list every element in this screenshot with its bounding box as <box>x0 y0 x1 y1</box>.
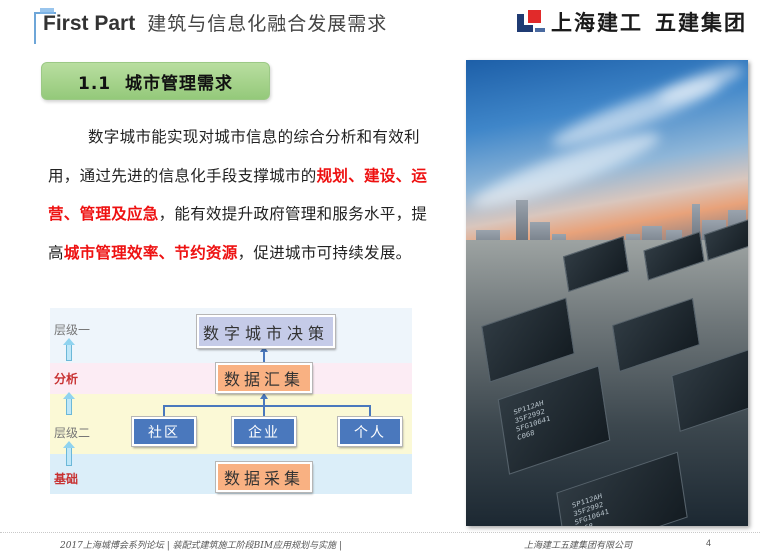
paragraph-line: 用，通过先进的信息化手段支撑城市的规划、建设、运 <box>48 157 460 196</box>
highlight-text: 营、管理及应急 <box>48 205 159 223</box>
paragraph-line: 高城市管理效率、节约资源，促进城市可持续发展。 <box>48 234 460 273</box>
page-number: 4 <box>706 538 712 548</box>
decision-box: 数字城市决策 <box>196 314 336 349</box>
level1-label: 层级一 <box>54 323 91 337</box>
title-text: 建筑与信息化融合发展需求 <box>147 13 388 35</box>
up-arrow-icon <box>63 441 75 466</box>
body-text: 数字城市能实现对城市信息的综合分析和有效利 <box>88 128 420 146</box>
logo-text: 上海建工 五建集团 <box>551 7 747 37</box>
city-circuit-photo: SP112AH 35F2992 SFG10641 C068 SP112AH 35… <box>466 60 748 526</box>
body-text: 高 <box>48 243 64 262</box>
part-label: First Part <box>43 12 136 35</box>
footer-divider <box>0 532 760 533</box>
paragraph-line: 营、管理及应急，能有效提升政府管理和服务水平，提 <box>48 195 460 234</box>
collect-box: 数据采集 <box>215 461 313 493</box>
arrow-head-icon <box>260 393 268 399</box>
logo-company: 上海建工 <box>551 11 643 35</box>
body-text: ，能有效提升政府管理和服务水平，提 <box>158 205 428 223</box>
up-arrow-icon <box>63 392 75 415</box>
connector-line <box>263 405 265 417</box>
source-box-enterprise: 企业 <box>231 416 297 447</box>
city-data-diagram: 层级一 分析 层级二 基础 数字城市决策 数据汇集 社区 企业 个人 数据采集 <box>50 308 412 494</box>
connector-line <box>163 405 371 407</box>
footer-company: 上海建工五建集团有限公司 <box>524 541 633 551</box>
source-box-individual: 个人 <box>337 416 403 447</box>
connector-line <box>369 405 371 417</box>
scg-logo-icon <box>517 10 545 34</box>
highlight-text: 城市管理效率、节约资源 <box>63 243 238 262</box>
footer-left-text: 2017上海城博会系列论坛 | 装配式建筑施工阶段BIM应用规划与实施 | <box>60 541 342 551</box>
analysis-label: 分析 <box>54 372 79 386</box>
base-label: 基础 <box>54 472 79 486</box>
connector-line <box>163 405 165 417</box>
paragraph-line: 数字城市能实现对城市信息的综合分析和有效利 <box>48 118 460 157</box>
company-logo: 上海建工 五建集团 <box>517 7 747 37</box>
body-paragraph: 数字城市能实现对城市信息的综合分析和有效利用，通过先进的信息化手段支撑城市的规划… <box>48 118 460 272</box>
level2-label: 层级二 <box>54 426 91 440</box>
section-badge: 1.1 城市管理需求 <box>41 62 270 100</box>
highlight-text: 规划、建设、运 <box>316 166 428 185</box>
gather-box: 数据汇集 <box>215 362 313 394</box>
source-box-community: 社区 <box>131 416 197 447</box>
page-title: First Part 建筑与信息化融合发展需求 <box>43 9 387 36</box>
body-text: ，促进城市可持续发展。 <box>237 243 412 262</box>
section-label: 1.1 城市管理需求 <box>78 73 233 94</box>
up-arrow-icon <box>63 338 75 361</box>
logo-division: 五建集团 <box>655 11 747 35</box>
body-text: 用，通过先进的信息化手段支撑城市的 <box>48 166 317 185</box>
